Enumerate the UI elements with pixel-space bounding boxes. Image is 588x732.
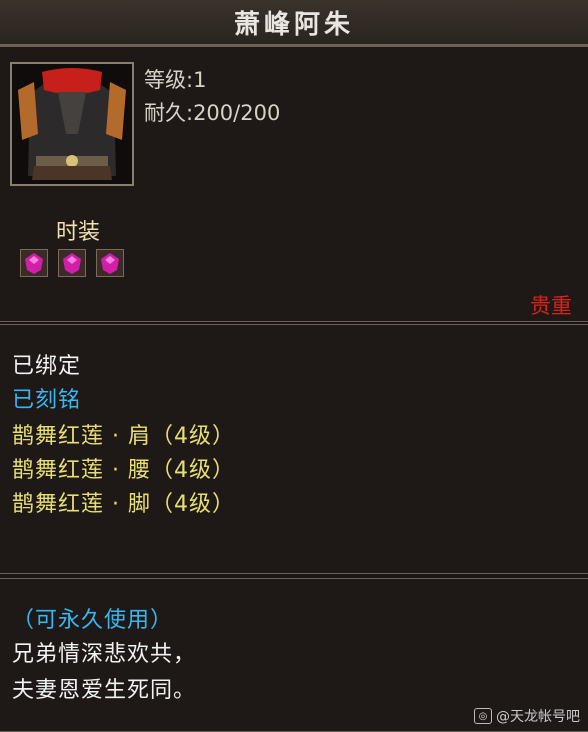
set-item: 鹊舞红莲 · 腰（4级） (12, 458, 235, 483)
weibo-icon: ◎ (474, 708, 492, 724)
durability-text: 耐久:200/200 (144, 101, 281, 125)
gem-icon (63, 253, 81, 274)
flavor-text-line: 兄弟情深悲欢共， (12, 642, 197, 667)
gem-slot-2[interactable] (58, 249, 86, 277)
gem-slot-3[interactable] (96, 249, 124, 277)
level-text: 等级:1 (144, 68, 207, 92)
watermark-text: @天龙帐号吧 (496, 709, 580, 725)
item-grade: 贵重 (530, 294, 572, 318)
item-portrait (10, 62, 134, 186)
item-title: 萧峰阿朱 (233, 9, 354, 40)
item-type-label: 时装 (56, 220, 101, 245)
item-tooltip: 萧峰阿朱 等级:1 耐久:200/200 时装 贵重 已绑定 已刻铭 鹊舞红莲 … (0, 0, 588, 732)
bound-status: 已绑定 (12, 354, 82, 379)
permanent-use-text: （可永久使用） (12, 608, 174, 633)
flavor-text-line: 夫妻恩爱生死同。 (12, 678, 197, 703)
gem-icon (25, 253, 43, 274)
outfit-icon (12, 64, 132, 184)
engraved-status: 已刻铭 (12, 388, 82, 413)
set-item: 鹊舞红莲 · 肩（4级） (12, 424, 235, 449)
set-item: 鹊舞红莲 · 脚（4级） (12, 492, 235, 517)
watermark: ◎ @天龙帐号吧 (474, 706, 580, 726)
gem-icon (101, 253, 119, 274)
title-bar: 萧峰阿朱 (0, 0, 588, 46)
gem-slot-1[interactable] (20, 249, 48, 277)
